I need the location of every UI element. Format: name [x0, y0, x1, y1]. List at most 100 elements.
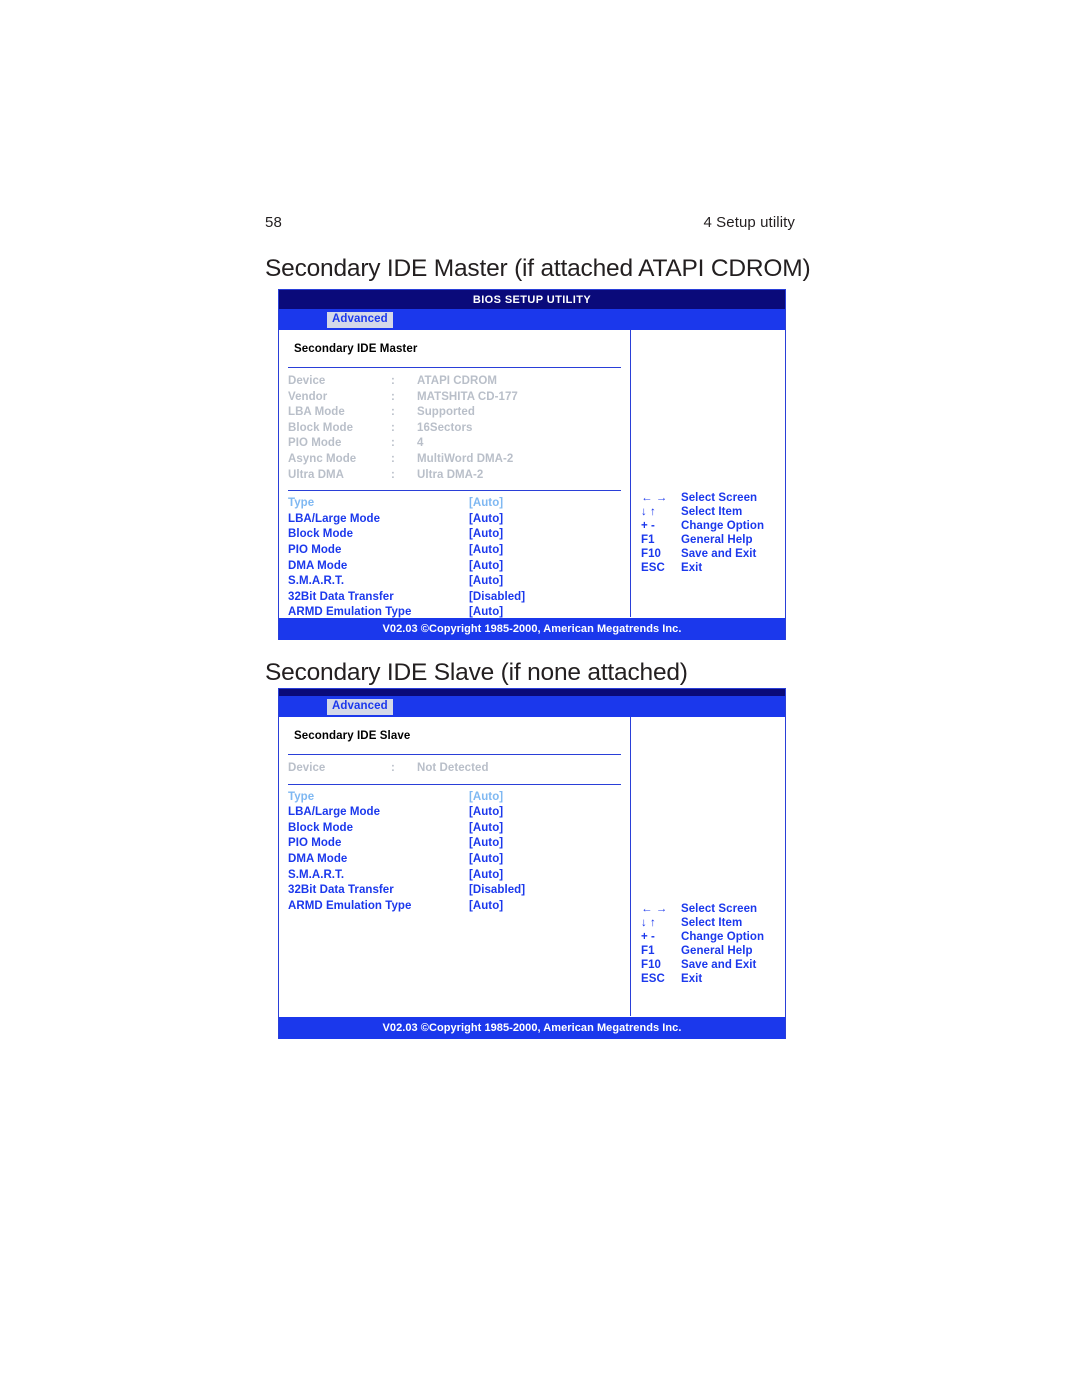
navigation-key-row: ESC Exit — [641, 972, 791, 986]
setting-label: Block Mode — [288, 821, 354, 834]
setting-row[interactable]: 32Bit Data Transfer [Disabled] — [288, 590, 621, 606]
setting-value: [Auto] — [469, 837, 504, 850]
navigation-key-row: ESC Exit — [641, 561, 791, 575]
info-separator: : — [391, 437, 395, 450]
setting-row[interactable]: LBA/Large Mode [Auto] — [288, 805, 621, 821]
menu-tab-advanced[interactable]: Advanced — [327, 698, 393, 715]
info-separator: : — [391, 406, 395, 419]
info-value: MultiWord DMA-2 — [417, 452, 514, 465]
setting-label: PIO Mode — [288, 837, 342, 850]
setting-row[interactable]: PIO Mode [Auto] — [288, 836, 621, 852]
setting-row[interactable]: 32Bit Data Transfer [Disabled] — [288, 883, 621, 899]
setting-row[interactable]: LBA/Large Mode [Auto] — [288, 512, 621, 528]
bios-body: Secondary IDE Master Device : ATAPI CDRO… — [279, 330, 785, 618]
setting-label: S.M.A.R.T. — [288, 868, 345, 881]
chapter-title: 4 Setup utility — [703, 214, 795, 231]
bios-menu-bar: Advanced — [279, 309, 785, 330]
menu-tab-advanced[interactable]: Advanced — [327, 311, 393, 328]
navigation-keys: ← → Select Screen ↓ ↑ Select Item + - Ch… — [641, 491, 791, 575]
setting-row[interactable]: DMA Mode [Auto] — [288, 852, 621, 868]
navigation-keys: ← → Select Screen ↓ ↑ Select Item + - Ch… — [641, 902, 791, 986]
info-separator: : — [391, 390, 395, 403]
info-separator: : — [391, 468, 395, 481]
setting-row[interactable]: Type [Auto] — [288, 496, 621, 512]
info-label: Block Mode — [288, 421, 354, 434]
bios-body: Secondary IDE Slave Device : Not Detecte… — [279, 717, 785, 1016]
navigation-key-row: + - Change Option — [641, 519, 791, 533]
setting-row[interactable]: DMA Mode [Auto] — [288, 559, 621, 575]
info-separator: : — [391, 762, 395, 774]
section-heading-slave: Secondary IDE Slave (if none attached) — [265, 659, 688, 686]
info-label: LBA Mode — [288, 406, 345, 419]
setting-value: [Auto] — [469, 528, 504, 541]
navigation-key-row: ↓ ↑ Select Item — [641, 916, 791, 930]
setting-label: Type — [288, 497, 315, 510]
navigation-key-row: ← → Select Screen — [641, 491, 791, 505]
key-glyph: ← → — [641, 492, 668, 504]
device-info-list: Device : ATAPI CDROM Vendor : MATSHITA C… — [288, 368, 621, 490]
page-number: 58 — [265, 214, 282, 231]
key-glyph: F1 — [641, 945, 655, 957]
key-action-label: Select Item — [681, 917, 743, 929]
info-value: Ultra DMA-2 — [417, 468, 484, 481]
device-info-row: Device : ATAPI CDROM — [288, 374, 621, 390]
bios-settings-pane: Secondary IDE Slave Device : Not Detecte… — [279, 717, 631, 1016]
key-glyph: F1 — [641, 534, 655, 546]
setting-label: Block Mode — [288, 528, 354, 541]
info-value: Not Detected — [417, 762, 489, 774]
setting-row[interactable]: ARMD Emulation Type [Auto] — [288, 899, 621, 915]
setting-label: ARMD Emulation Type — [288, 899, 412, 912]
info-value: 4 — [417, 437, 424, 450]
key-glyph: F10 — [641, 548, 661, 560]
setting-value: [Auto] — [469, 852, 504, 865]
panel-title: Secondary IDE Master — [294, 343, 418, 355]
info-value: MATSHITA CD-177 — [417, 390, 518, 403]
section-heading-master: Secondary IDE Master (if attached ATAPI … — [265, 255, 811, 282]
navigation-key-row: F1 General Help — [641, 533, 791, 547]
bios-help-pane: ← → Select Screen ↓ ↑ Select Item + - Ch… — [631, 330, 785, 617]
key-action-label: Save and Exit — [681, 959, 757, 971]
setting-row[interactable]: PIO Mode [Auto] — [288, 543, 621, 559]
navigation-key-row: F10 Save and Exit — [641, 958, 791, 972]
navigation-key-row: F1 General Help — [641, 944, 791, 958]
info-value: ATAPI CDROM — [417, 375, 497, 387]
setting-row[interactable]: Type [Auto] — [288, 790, 621, 806]
document-page: 58 4 Setup utility Secondary IDE Master … — [0, 0, 1080, 1397]
setting-label: S.M.A.R.T. — [288, 575, 345, 588]
setting-value: [Auto] — [469, 575, 504, 588]
info-separator: : — [391, 421, 395, 434]
setting-value: [Auto] — [469, 806, 504, 819]
key-glyph: ESC — [641, 562, 665, 574]
setting-value: [Auto] — [469, 497, 504, 510]
info-label: Vendor — [288, 390, 328, 403]
info-label: Ultra DMA — [288, 468, 345, 481]
key-action-label: Save and Exit — [681, 548, 757, 560]
setting-label: ARMD Emulation Type — [288, 606, 412, 619]
device-info-row: Vendor : MATSHITA CD-177 — [288, 390, 621, 406]
setting-row[interactable]: S.M.A.R.T. [Auto] — [288, 868, 621, 884]
key-action-label: Exit — [681, 973, 703, 985]
settings-list: Type [Auto] LBA/Large Mode [Auto] Block … — [288, 491, 621, 621]
setting-label: 32Bit Data Transfer — [288, 884, 394, 897]
bios-settings-pane: Secondary IDE Master Device : ATAPI CDRO… — [279, 330, 631, 618]
setting-value: [Auto] — [469, 790, 504, 803]
key-glyph: ESC — [641, 973, 665, 985]
key-glyph: ↓ ↑ — [641, 506, 656, 518]
bios-screen-secondary-ide-slave: Advanced Secondary IDE Slave Device : No… — [278, 688, 786, 1039]
device-info-row: Device : Not Detected — [288, 761, 621, 777]
device-info-row: Ultra DMA : Ultra DMA-2 — [288, 468, 621, 484]
setting-row[interactable]: ARMD Emulation Type [Auto] — [288, 605, 621, 621]
setting-row[interactable]: S.M.A.R.T. [Auto] — [288, 574, 621, 590]
setting-value: [Auto] — [469, 543, 504, 556]
setting-value: [Auto] — [469, 821, 504, 834]
key-glyph: + - — [641, 931, 655, 943]
device-info-row: LBA Mode : Supported — [288, 405, 621, 421]
key-action-label: Change Option — [681, 520, 765, 532]
key-glyph: F10 — [641, 959, 661, 971]
settings-list: Type [Auto] LBA/Large Mode [Auto] Block … — [288, 785, 621, 915]
info-label: Device — [288, 375, 326, 387]
setting-row[interactable]: Block Mode [Auto] — [288, 821, 621, 837]
device-info-list: Device : Not Detected — [288, 755, 621, 784]
device-info-row: Block Mode : 16Sectors — [288, 421, 621, 437]
setting-row[interactable]: Block Mode [Auto] — [288, 527, 621, 543]
